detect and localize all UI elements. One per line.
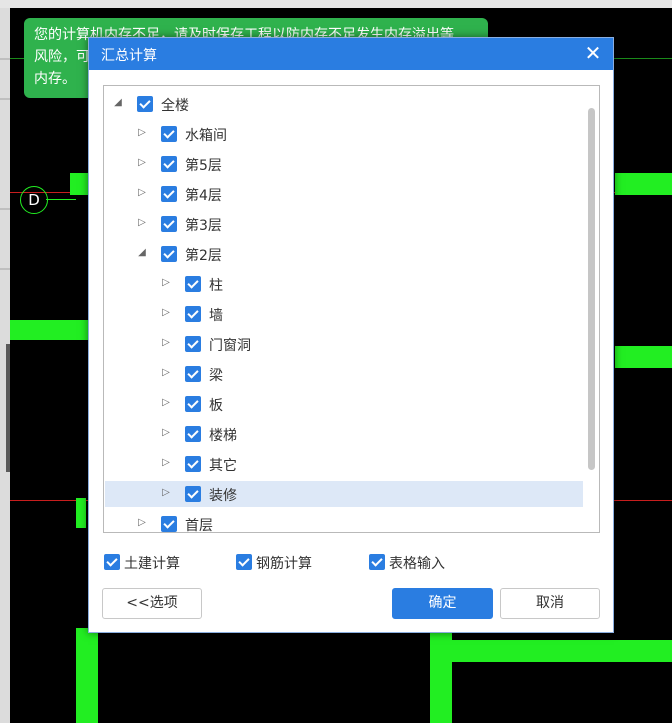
tree-item-floor[interactable]: ▷ 第3层 <box>105 211 583 237</box>
top-toolbar-strip <box>0 0 672 8</box>
expand-triangle-icon[interactable]: ▷ <box>137 157 147 168</box>
tree-checkbox[interactable] <box>185 426 201 442</box>
options-button[interactable]: <<选项 <box>102 588 202 619</box>
expand-triangle-icon[interactable]: ▷ <box>161 337 171 348</box>
tree-item-all-floors[interactable]: ◢ 全楼 <box>105 91 583 117</box>
option-label: 钢筋计算 <box>256 556 312 572</box>
tree-item-label: 装修 <box>209 488 237 504</box>
expand-triangle-icon[interactable]: ▷ <box>137 187 147 198</box>
tree-item-label: 第2层 <box>185 248 222 264</box>
tree-item-label: 全楼 <box>161 98 189 114</box>
left-panel-divider <box>0 208 10 210</box>
tree-checkbox[interactable] <box>161 246 177 262</box>
tree-item-label: 第3层 <box>185 218 222 234</box>
cancel-button[interactable]: 取消 <box>500 588 600 619</box>
wall-segment <box>615 346 672 368</box>
wall-segment <box>615 173 672 195</box>
tree-item-label: 墙 <box>209 308 223 324</box>
tree-checkbox[interactable] <box>185 486 201 502</box>
left-side-panel <box>0 8 10 723</box>
axis-bubble-leader <box>46 199 76 200</box>
tree-scrollbar[interactable] <box>586 90 596 528</box>
tree-checkbox[interactable] <box>185 396 201 412</box>
tree-item-floor[interactable]: ▷ 水箱间 <box>105 121 583 147</box>
close-icon[interactable]: ✕ <box>581 41 605 65</box>
tree-checkbox[interactable] <box>161 156 177 172</box>
tree-item-floor[interactable]: ▷ 第5层 <box>105 151 583 177</box>
wall-segment <box>442 640 672 662</box>
checkbox-checked-icon[interactable] <box>236 554 252 570</box>
option-label: 表格输入 <box>389 556 445 572</box>
wall-segment <box>70 173 90 195</box>
tree-item-component-selected[interactable]: ▷ 装修 <box>105 481 583 507</box>
option-label: 土建计算 <box>124 556 180 572</box>
tree-item-label: 门窗洞 <box>209 338 251 354</box>
expand-triangle-icon[interactable]: ▷ <box>137 217 147 228</box>
wall-segment <box>76 498 86 528</box>
rebar-calc-checkbox[interactable]: 钢筋计算 <box>236 552 336 572</box>
summary-calc-dialog: 汇总计算 ✕ ◢ 全楼 ▷ 水箱间 ▷ 第5层 ▷ 第4层 ▷ 第3层 ◢ 第2… <box>88 37 614 633</box>
expand-triangle-icon[interactable]: ▷ <box>161 307 171 318</box>
tree-item-label: 水箱间 <box>185 128 227 144</box>
collapse-triangle-icon[interactable]: ◢ <box>113 97 123 108</box>
dialog-titlebar[interactable]: 汇总计算 ✕ <box>89 38 613 70</box>
left-panel-divider <box>0 58 10 60</box>
tree-item-component[interactable]: ▷ 门窗洞 <box>105 331 583 357</box>
tree-item-floor[interactable]: ◢ 第2层 <box>105 241 583 267</box>
tree-item-component[interactable]: ▷ 板 <box>105 391 583 417</box>
expand-triangle-icon[interactable]: ▷ <box>137 517 147 528</box>
wall-segment <box>76 628 98 723</box>
expand-triangle-icon[interactable]: ▷ <box>161 457 171 468</box>
tree-item-label: 楼梯 <box>209 428 237 444</box>
tree-item-component[interactable]: ▷ 墙 <box>105 301 583 327</box>
wall-segment <box>10 320 88 340</box>
tree-item-label: 第5层 <box>185 158 222 174</box>
tree-item-label: 板 <box>209 398 223 414</box>
tree-checkbox[interactable] <box>185 336 201 352</box>
expand-triangle-icon[interactable]: ▷ <box>137 127 147 138</box>
tree-checkbox[interactable] <box>161 516 177 532</box>
tree-item-floor[interactable]: ▷ 首层 <box>105 511 583 533</box>
ok-button[interactable]: 确定 <box>392 588 493 619</box>
tree-checkbox[interactable] <box>185 366 201 382</box>
tree-checkbox[interactable] <box>137 96 153 112</box>
civil-calc-checkbox[interactable]: 土建计算 <box>104 552 204 572</box>
tree-checkbox[interactable] <box>161 126 177 142</box>
checkbox-checked-icon[interactable] <box>104 554 120 570</box>
left-panel-divider <box>0 268 10 270</box>
tree-item-component[interactable]: ▷ 梁 <box>105 361 583 387</box>
tree-item-component[interactable]: ▷ 柱 <box>105 271 583 297</box>
expand-triangle-icon[interactable]: ▷ <box>161 487 171 498</box>
tree-item-label: 其它 <box>209 458 237 474</box>
tree-checkbox[interactable] <box>161 186 177 202</box>
tree-item-label: 第4层 <box>185 188 222 204</box>
checkbox-checked-icon[interactable] <box>369 554 385 570</box>
tree-item-component[interactable]: ▷ 其它 <box>105 451 583 477</box>
expand-triangle-icon[interactable]: ▷ <box>161 367 171 378</box>
tree-item-floor[interactable]: ▷ 第4层 <box>105 181 583 207</box>
collapse-triangle-icon[interactable]: ◢ <box>137 247 147 258</box>
toast-text-line-3: 内存。 <box>34 71 76 87</box>
dialog-title: 汇总计算 <box>101 48 157 64</box>
tree-checkbox[interactable] <box>185 456 201 472</box>
tree-item-component[interactable]: ▷ 楼梯 <box>105 421 583 447</box>
scrollbar-thumb[interactable] <box>588 108 595 470</box>
left-panel-divider <box>0 98 10 100</box>
floor-tree: ◢ 全楼 ▷ 水箱间 ▷ 第5层 ▷ 第4层 ▷ 第3层 ◢ 第2层 ▷ 柱 ▷… <box>103 85 600 533</box>
tree-item-label: 梁 <box>209 368 223 384</box>
tree-item-label: 首层 <box>185 518 213 533</box>
expand-triangle-icon[interactable]: ▷ <box>161 427 171 438</box>
tree-checkbox[interactable] <box>185 276 201 292</box>
tree-checkbox[interactable] <box>185 306 201 322</box>
tree-item-label: 柱 <box>209 278 223 294</box>
axis-bubble-d: D <box>20 186 48 214</box>
expand-triangle-icon[interactable]: ▷ <box>161 397 171 408</box>
expand-triangle-icon[interactable]: ▷ <box>161 277 171 288</box>
table-input-checkbox[interactable]: 表格输入 <box>369 552 469 572</box>
tree-checkbox[interactable] <box>161 216 177 232</box>
toast-text-line-2: 风险，可 <box>34 49 90 65</box>
